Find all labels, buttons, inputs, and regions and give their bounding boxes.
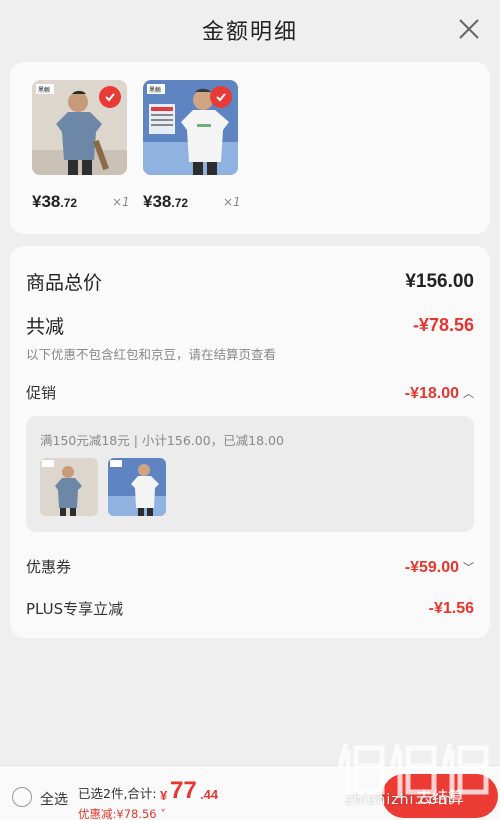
svg-text:黑鲸: 黑鲸 — [38, 86, 50, 94]
product-image[interactable]: 黑鲸 — [143, 80, 238, 175]
total-price-label: 商品总价 — [26, 272, 103, 294]
select-all-label[interactable]: 全选 — [40, 789, 68, 809]
total-amount-int: 77 — [170, 777, 197, 804]
close-icon[interactable] — [456, 16, 482, 42]
promo-product-thumb — [108, 458, 166, 516]
product-qty: ×1 — [223, 195, 241, 209]
product-qty: ×1 — [112, 195, 130, 209]
total-reduce-value: -¥78.56 — [412, 315, 474, 335]
promo-value-wrap[interactable]: -¥18.00 ︿ — [405, 383, 474, 403]
promo-product-thumb — [40, 458, 98, 516]
products-card: 黑鲸 ¥38.72 ×1 黑鲸 ¥38.72 ×1 — [10, 62, 490, 234]
promo-value: -¥18.00 — [404, 384, 459, 402]
discount-note: 以下优惠不包含红包和京豆，请在结算页查看 — [26, 347, 277, 362]
product-item[interactable]: 黑鲸 — [32, 80, 128, 175]
coupon-row[interactable]: 优惠券 -¥59.00 ﹀ — [26, 556, 474, 577]
chevron-down-icon[interactable]: ˅ — [157, 807, 166, 820]
total-price-value: ¥156.00 — [405, 270, 474, 292]
selected-summary: 已选2件,合计: — [78, 786, 157, 801]
total-amount-dec: .44 — [200, 787, 219, 802]
total-reduce-label: 共减 — [26, 316, 65, 338]
promo-label: 促销 — [26, 384, 57, 402]
promo-detail-text: 满150元减18元 | 小计156.00，已减18.00 — [40, 433, 284, 448]
product-price: ¥38.72 — [32, 192, 78, 211]
coupon-value-wrap[interactable]: -¥59.00 ﹀ — [405, 557, 474, 577]
selected-check-icon[interactable] — [210, 86, 232, 108]
product-price: ¥38.72 — [143, 192, 189, 211]
watermark-text: zhizhizhi.com — [345, 792, 453, 808]
page-title: 金额明细 — [201, 20, 298, 45]
promo-row[interactable]: 促销 -¥18.00 ︿ — [26, 382, 474, 403]
promo-detail-box: 满150元减18元 | 小计156.00，已减18.00 — [26, 416, 474, 532]
total-reduce-row: 共减 -¥78.56 — [26, 312, 474, 339]
header: 金额明细 — [0, 0, 500, 58]
amount-detail-card: 商品总价 ¥156.00 共减 -¥78.56 以下优惠不包含红包和京豆，请在结… — [10, 246, 490, 638]
chevron-down-icon[interactable]: ﹀ — [463, 559, 474, 575]
chevron-up-icon[interactable]: ︿ — [463, 385, 474, 401]
coupon-value: -¥59.00 — [404, 558, 459, 576]
plus-value: -¥1.56 — [428, 599, 474, 617]
plus-row: PLUS专享立减 -¥1.56 — [26, 598, 474, 619]
coupon-label: 优惠券 — [26, 558, 72, 576]
product-item[interactable]: 黑鲸 — [143, 80, 239, 175]
plus-label: PLUS专享立减 — [26, 600, 124, 618]
total-currency: ¥ — [160, 788, 168, 803]
selected-check-icon[interactable] — [99, 86, 121, 108]
select-all-radio[interactable] — [12, 787, 32, 807]
product-image[interactable]: 黑鲸 — [32, 80, 127, 175]
bottom-discount[interactable]: 优惠减:¥78.56 ˅ — [78, 806, 166, 820]
total-price-row: 商品总价 ¥156.00 — [26, 268, 474, 295]
svg-text:黑鲸: 黑鲸 — [149, 86, 161, 94]
